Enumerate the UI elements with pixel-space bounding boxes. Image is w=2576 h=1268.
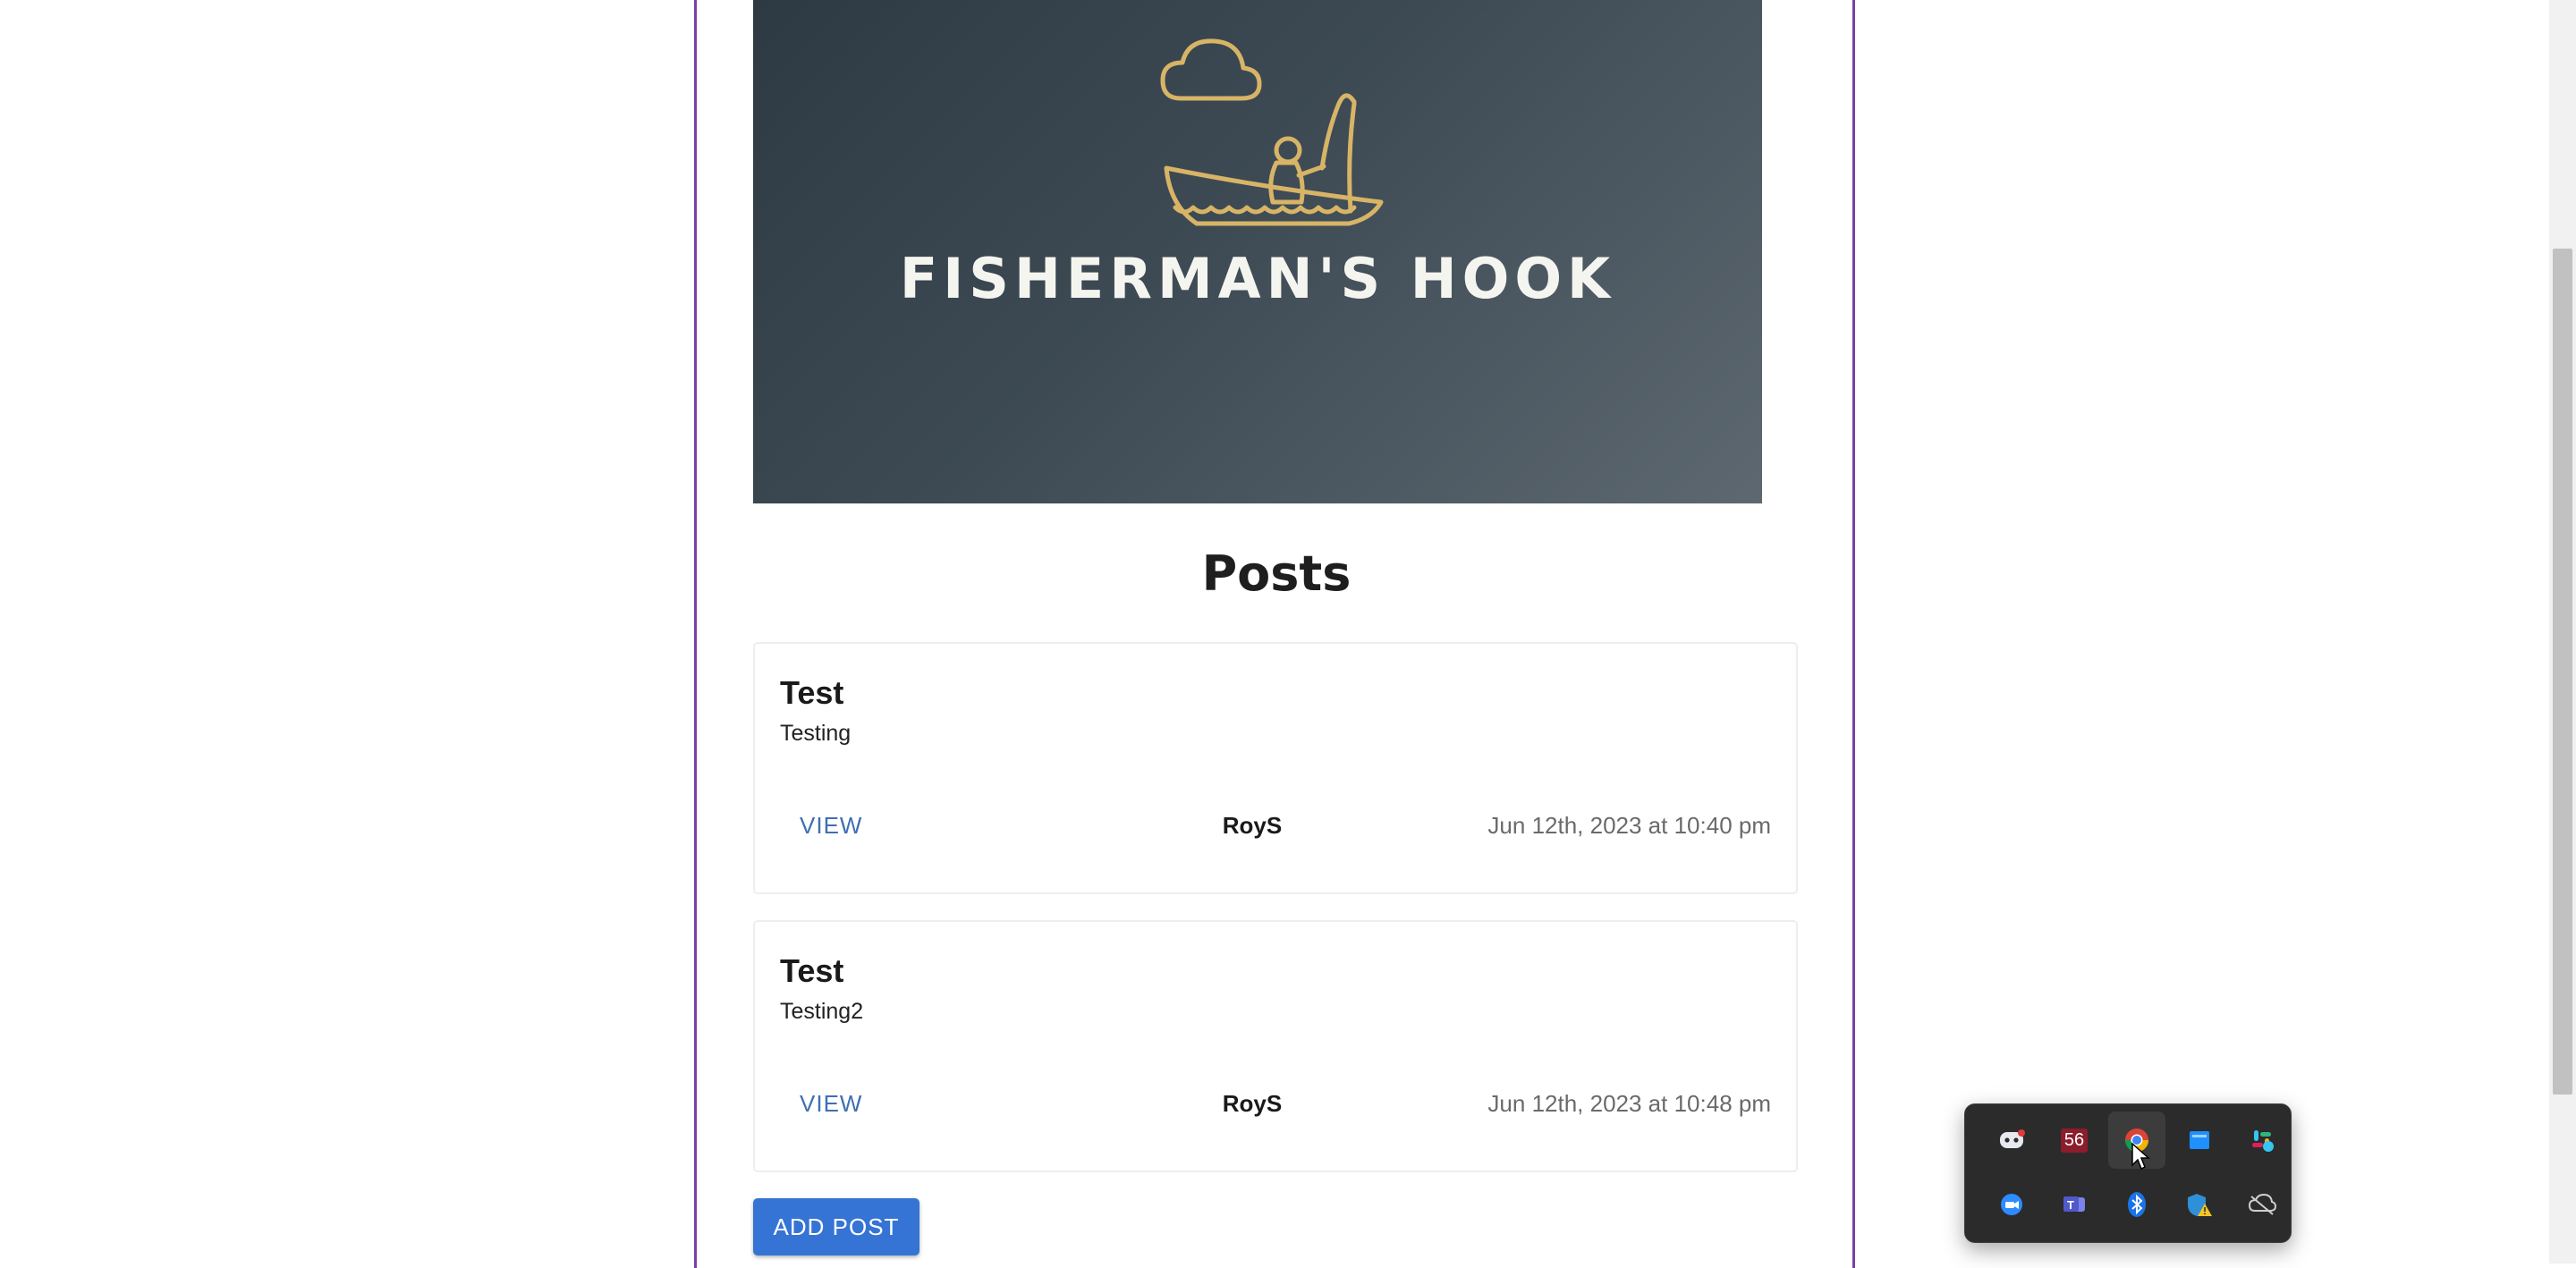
post-card: Test Testing2 VIEW RoyS Jun 12th, 2023 a… bbox=[753, 920, 1798, 1172]
scrollbar-track[interactable] bbox=[2549, 0, 2576, 1264]
post-body: Testing2 bbox=[780, 999, 864, 1024]
svg-text:T: T bbox=[2067, 1198, 2074, 1212]
system-tray-overflow: 56 T bbox=[1964, 1103, 2292, 1243]
post-date: Jun 12th, 2023 at 10:40 pm bbox=[1487, 812, 1771, 839]
post-body: Testing bbox=[780, 721, 852, 746]
mouse-cursor-icon bbox=[2131, 1142, 2150, 1171]
post-title: Test bbox=[780, 952, 844, 989]
slack-icon[interactable] bbox=[2233, 1112, 2291, 1169]
view-post-button[interactable]: VIEW bbox=[800, 812, 862, 840]
post-title: Test bbox=[780, 674, 844, 711]
add-post-button[interactable]: ADD POST bbox=[753, 1198, 919, 1255]
scrollbar-thumb[interactable] bbox=[2553, 249, 2572, 1095]
teams-icon[interactable]: T bbox=[2046, 1176, 2103, 1233]
bluetooth-icon[interactable] bbox=[2108, 1176, 2165, 1233]
posts-heading: Posts bbox=[1201, 545, 1352, 602]
badge-count: 56 bbox=[2060, 1128, 2089, 1153]
post-date: Jun 12th, 2023 at 10:48 pm bbox=[1487, 1090, 1771, 1117]
badge-56-icon[interactable]: 56 bbox=[2046, 1112, 2103, 1169]
zoom-icon[interactable] bbox=[1983, 1176, 2040, 1233]
cloud-offline-icon[interactable] bbox=[2233, 1176, 2291, 1233]
post-author: RoyS bbox=[1222, 812, 1283, 839]
banner-image: FISHERMAN'S HOOK bbox=[753, 0, 1762, 503]
view-post-button[interactable]: VIEW bbox=[800, 1090, 862, 1118]
logo-text: FISHERMAN'S HOOK bbox=[899, 246, 1616, 311]
security-warning-icon[interactable] bbox=[2171, 1176, 2228, 1233]
window-app-icon[interactable] bbox=[2171, 1112, 2228, 1169]
post-author: RoyS bbox=[1222, 1090, 1283, 1117]
discord-icon[interactable] bbox=[1983, 1112, 2040, 1169]
post-card: Test Testing VIEW RoyS Jun 12th, 2023 at… bbox=[753, 642, 1798, 894]
